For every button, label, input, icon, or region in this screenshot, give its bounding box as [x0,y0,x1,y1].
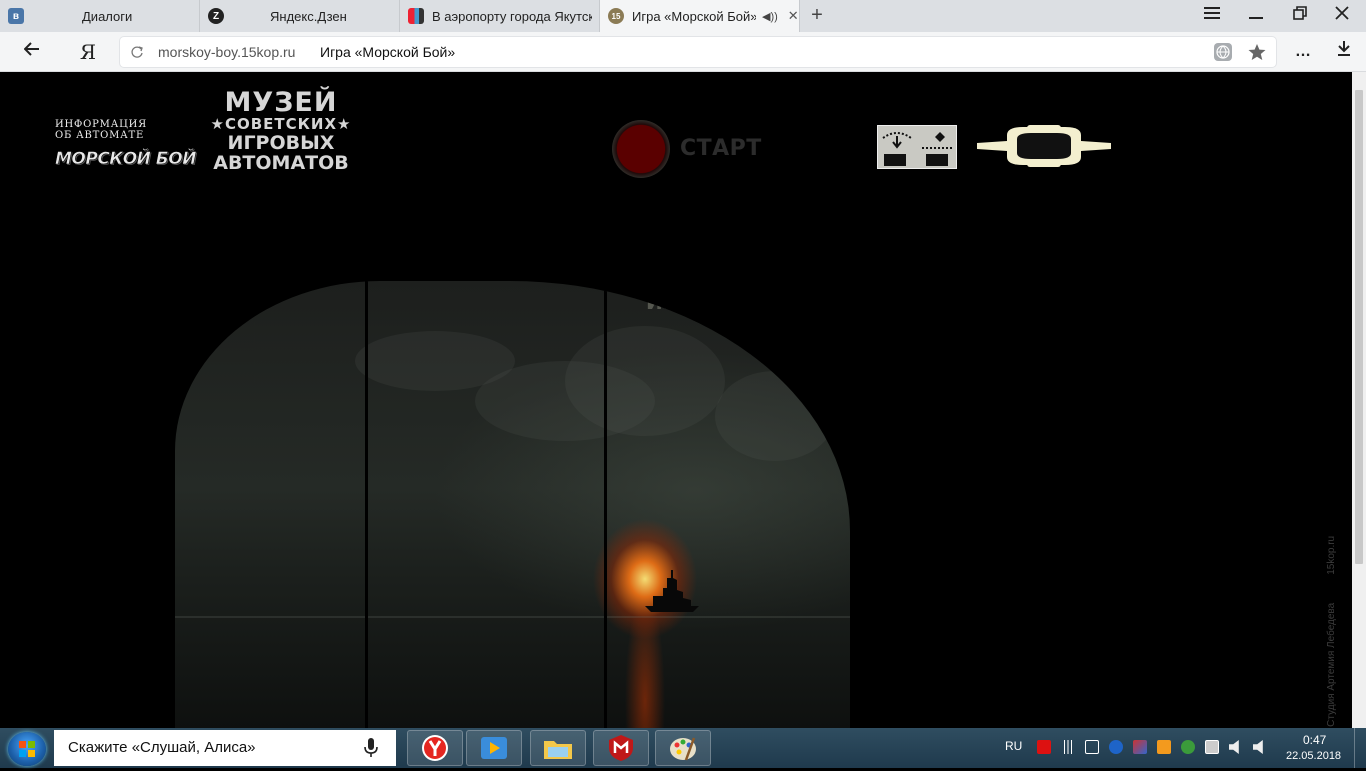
museum-line1: МУЗЕЙ [224,87,338,118]
cloud [355,331,515,391]
more-icon[interactable]: … [1291,40,1315,64]
museum-line3: ИГРОВЫХ [227,132,335,154]
start-label[interactable]: СТАРТ [680,136,762,161]
paint-taskbar-icon[interactable] [655,730,711,766]
app-tray-icon[interactable] [1157,740,1171,754]
mail-tray-icon[interactable] [1037,740,1051,754]
tab-yakutsk-news[interactable]: В аэропорту города Якутск [400,0,600,32]
microphone-icon[interactable] [364,738,378,758]
new-tab-button[interactable]: + [806,4,828,26]
close-icon[interactable]: ✕ [788,8,799,24]
network-tray-icon[interactable] [1133,740,1147,754]
back-arrow-icon[interactable] [20,40,44,64]
alice-prompt: Скажите «Слушай, Алиса» [68,739,256,756]
url-text: morskoy-boy.15kop.ru [158,44,296,60]
vk-icon: в [8,8,24,24]
scroll-thumb[interactable] [1355,90,1363,564]
show-desktop-button[interactable] [1354,728,1366,768]
clock-date[interactable]: 22.05.2018 [1286,750,1341,762]
minimize-icon[interactable] [1244,4,1268,28]
windows-start-icon[interactable] [8,732,46,766]
zen-icon: Z [208,8,224,24]
tab-title: Диалоги [82,8,133,24]
page-title-text: Игра «Морской Бой» [320,44,456,60]
museum-logo[interactable]: МУЗЕЙ ★СОВЕТСКИХ★ ИГРОВЫХ АВТОМАТОВ [196,89,366,173]
info-label-line1[interactable]: ИНФОРМАЦИЯ [55,119,147,130]
tab-title: Яндекс.Дзен [270,8,347,24]
viewport-divider [604,281,607,728]
flag-tray-icon[interactable] [1205,740,1219,754]
page-scrollbar[interactable] [1352,72,1366,728]
tab-strip: в Диалоги Z Яндекс.Дзен В аэропорту горо… [0,0,1366,32]
periscope-viewport[interactable]: ИГРА [175,281,850,728]
yandex-news-icon [408,8,424,24]
alice-search-box[interactable]: Скажите «Слушай, Алиса» [54,730,396,766]
periscope-icon[interactable] [977,123,1111,169]
copyright-label: © 2009 Студия Артемия Лебедева [1326,602,1337,728]
15kop-icon: 15 [608,8,624,24]
globe-icon[interactable] [1213,42,1233,62]
horizon-line [175,616,850,618]
restore-icon[interactable] [1288,4,1312,28]
download-icon[interactable] [1332,40,1356,64]
cloud [565,326,725,436]
address-bar[interactable]: morskoy-boy.15kop.ru Игра «Морской Бой» [120,37,1276,67]
star-icon[interactable] [1247,42,1267,62]
museum-line2: ★СОВЕТСКИХ★ [210,115,352,133]
file-explorer-taskbar-icon[interactable] [530,730,586,766]
mcafee-taskbar-icon[interactable] [593,730,649,766]
hamburger-icon[interactable] [1200,4,1224,28]
device-tray-icon[interactable] [1085,740,1099,754]
game-label: ИГРА [646,290,710,314]
copyright-text: © 2009 Студия Артемия Лебедева 15kop.ru [1326,536,1337,728]
cloud [715,371,835,461]
morskoy-boy-logo[interactable]: МОРСКОЙ БОЙ [55,149,197,170]
tab-title: В аэропорту города Якутск [432,8,592,24]
yandex-logo[interactable]: Я [76,40,100,64]
yandex-browser-taskbar-icon[interactable] [407,730,463,766]
media-player-taskbar-icon[interactable] [466,730,522,766]
window-close-icon[interactable] [1330,4,1354,28]
viewport-divider [365,281,368,728]
start-button[interactable] [612,120,670,178]
tab-zen[interactable]: Z Яндекс.Дзен [200,0,400,32]
sync-tray-icon[interactable] [1181,740,1195,754]
language-indicator[interactable]: RU [1005,739,1022,753]
reload-icon[interactable] [128,43,146,61]
site-credit-link[interactable]: 15kop.ru [1326,536,1337,575]
bluetooth-icon[interactable] [1109,740,1123,754]
tab-dialogs[interactable]: в Диалоги [0,0,200,32]
ship-silhouette-icon [645,570,699,612]
speaker-icon[interactable]: ◀)) [762,10,778,23]
signal-tray-icon[interactable] [1061,740,1075,754]
info-label-line2[interactable]: ОБ АВТОМАТЕ [55,130,144,141]
clock-time[interactable]: 0:47 [1303,733,1326,747]
game-page: ИНФОРМАЦИЯ ОБ АВТОМАТЕ МОРСКОЙ БОЙ МУЗЕЙ… [0,72,1352,728]
windows-taskbar: Скажите «Слушай, Алиса» RU 0:47 22.05.20… [0,728,1366,768]
speaker-icon[interactable] [1253,740,1263,754]
control-panel-icon[interactable] [877,125,957,169]
tab-title: Игра «Морской Бой» [632,8,756,24]
navigation-bar: Я morskoy-boy.15kop.ru Игра «Морской Бой… [0,32,1366,72]
museum-line4: АВТОМАТОВ [213,152,349,174]
volume-icon[interactable] [1229,740,1239,754]
tab-morskoy-boy[interactable]: 15 Игра «Морской Бой» ◀)) ✕ [600,0,800,32]
